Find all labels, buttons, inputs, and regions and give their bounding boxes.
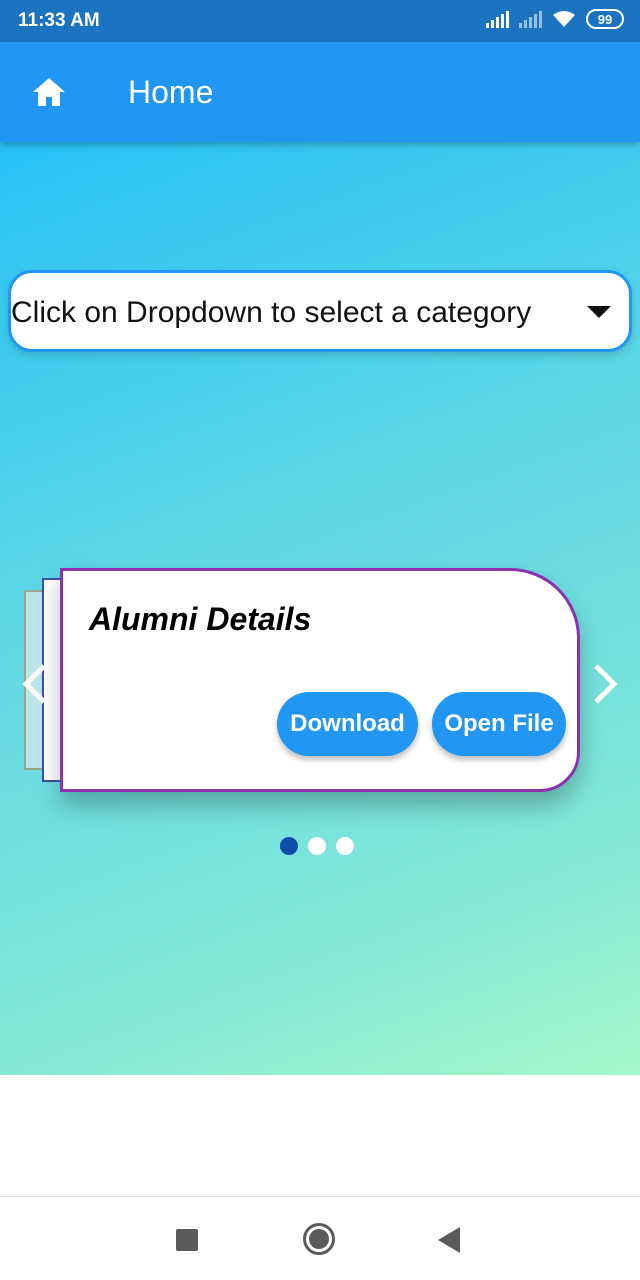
file-card: Alumni Details Download Open File (60, 568, 580, 792)
dropdown-hint: Click on Dropdown to select a category (11, 296, 532, 329)
page-dot[interactable] (336, 837, 354, 855)
recents-square-icon[interactable] (176, 1229, 198, 1251)
card-title: Alumni Details (89, 601, 312, 637)
page-dot-active[interactable] (280, 837, 298, 855)
status-icons: 99 (486, 9, 624, 29)
wifi-icon (553, 11, 575, 27)
page-dot[interactable] (308, 837, 326, 855)
chevron-right-icon[interactable] (588, 662, 622, 706)
status-time: 11:33 AM (18, 10, 100, 31)
dropdown-arrow-icon (587, 306, 611, 318)
status-bar: 11:33 AM 99 (0, 0, 640, 42)
category-dropdown[interactable]: Click on Dropdown to select a category (8, 270, 632, 352)
download-button[interactable]: Download (277, 692, 418, 756)
back-triangle-icon[interactable] (438, 1227, 460, 1253)
system-nav-bar (0, 1196, 640, 1280)
app-bar: Home (0, 42, 640, 142)
battery-level: 99 (597, 11, 613, 27)
signal-no-service-icon (519, 10, 542, 28)
open-file-button[interactable]: Open File (432, 692, 566, 756)
main-content: Click on Dropdown to select a category A… (0, 142, 640, 1075)
signal-icon (486, 10, 509, 28)
carousel-indicator (280, 837, 354, 855)
home-icon[interactable] (32, 77, 66, 107)
page-title: Home (128, 74, 214, 110)
battery-icon: 99 (586, 9, 624, 29)
chevron-left-icon[interactable] (18, 662, 52, 706)
home-circle-icon[interactable] (303, 1223, 335, 1255)
